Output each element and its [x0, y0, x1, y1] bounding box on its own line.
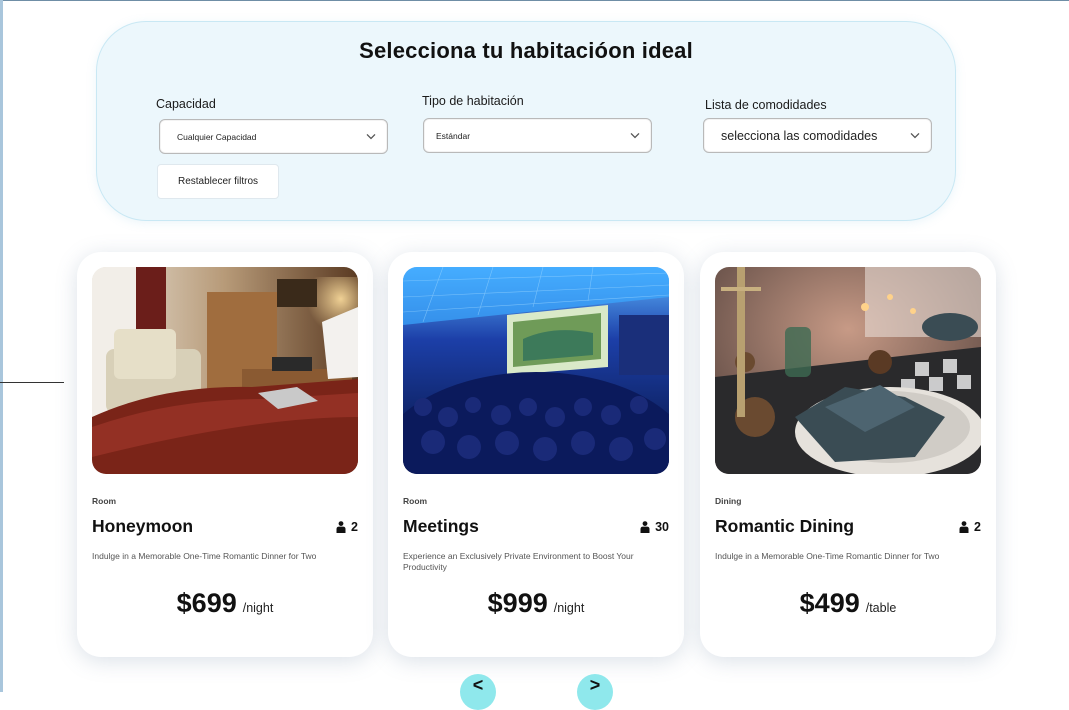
room-card-honeymoon[interactable]: Room Honeymoon 2 Indulge in a Memorable …	[77, 252, 373, 657]
card-price-unit: /night	[242, 601, 274, 615]
card-price-unit: /night	[553, 601, 585, 615]
amenities-select-value: selecciona las comodidades	[721, 128, 878, 143]
room-type-label: Tipo de habitación	[422, 94, 524, 108]
person-icon	[959, 521, 969, 533]
card-capacity: 2	[959, 520, 981, 534]
card-category: Room	[403, 496, 428, 506]
card-capacity-value: 2	[974, 520, 981, 534]
window-top-border	[0, 0, 1069, 1]
reset-filters-button[interactable]: Restablecer filtros	[157, 164, 279, 199]
filter-panel-title: Selecciona tu habitacióon ideal	[359, 38, 693, 63]
capacity-label: Capacidad	[156, 97, 216, 111]
window-left-border	[0, 0, 3, 692]
divider-line	[0, 382, 64, 383]
card-description: Indulge in a Memorable One-Time Romantic…	[92, 551, 317, 561]
card-capacity: 2	[336, 520, 358, 534]
person-icon	[640, 521, 650, 533]
card-description: Experience an Exclusively Private Enviro…	[403, 551, 634, 572]
amenities-select[interactable]: selecciona las comodidades	[703, 118, 932, 153]
chevron-down-icon	[910, 132, 920, 138]
card-price: $499	[799, 588, 860, 618]
card-capacity-value: 30	[655, 520, 669, 534]
next-page-button[interactable]: >	[577, 674, 613, 710]
card-title: Meetings	[403, 516, 479, 536]
card-title: Romantic Dining	[715, 516, 855, 536]
card-price: $999	[487, 588, 548, 618]
card-category: Room	[92, 496, 117, 506]
person-icon	[336, 521, 346, 533]
chevron-down-icon	[366, 133, 376, 139]
prev-page-button[interactable]: <	[460, 674, 496, 710]
card-title: Honeymoon	[92, 516, 194, 536]
card-price-row: $999 /night	[388, 588, 684, 619]
capacity-select[interactable]: Cualquier Capacidad	[159, 119, 388, 154]
card-price-row: $499 /table	[700, 588, 996, 619]
chevron-down-icon	[630, 132, 640, 138]
card-image-conference	[403, 267, 669, 474]
room-type-select-value: Estándar	[436, 130, 471, 141]
room-card-meetings[interactable]: Room Meetings 30 Experience an Exclusive…	[388, 252, 684, 657]
card-category: Dining	[715, 496, 742, 506]
card-price-unit: /table	[865, 601, 897, 615]
card-description: Indulge in a Memorable One-Time Romantic…	[715, 551, 940, 561]
card-image-dining-table	[715, 267, 981, 474]
card-capacity: 30	[640, 520, 669, 534]
room-card-romantic-dining[interactable]: Dining Romantic Dining 2 Indulge in a Me…	[700, 252, 996, 657]
card-image-bedroom	[92, 267, 358, 474]
card-price: $699	[176, 588, 237, 618]
capacity-select-value: Cualquier Capacidad	[177, 131, 257, 142]
room-type-select[interactable]: Estándar	[423, 118, 652, 153]
amenities-label: Lista de comodidades	[705, 98, 827, 112]
filter-panel: Selecciona tu habitacióon ideal Capacida…	[96, 21, 956, 221]
card-capacity-value: 2	[351, 520, 358, 534]
card-price-row: $699 /night	[77, 588, 373, 619]
